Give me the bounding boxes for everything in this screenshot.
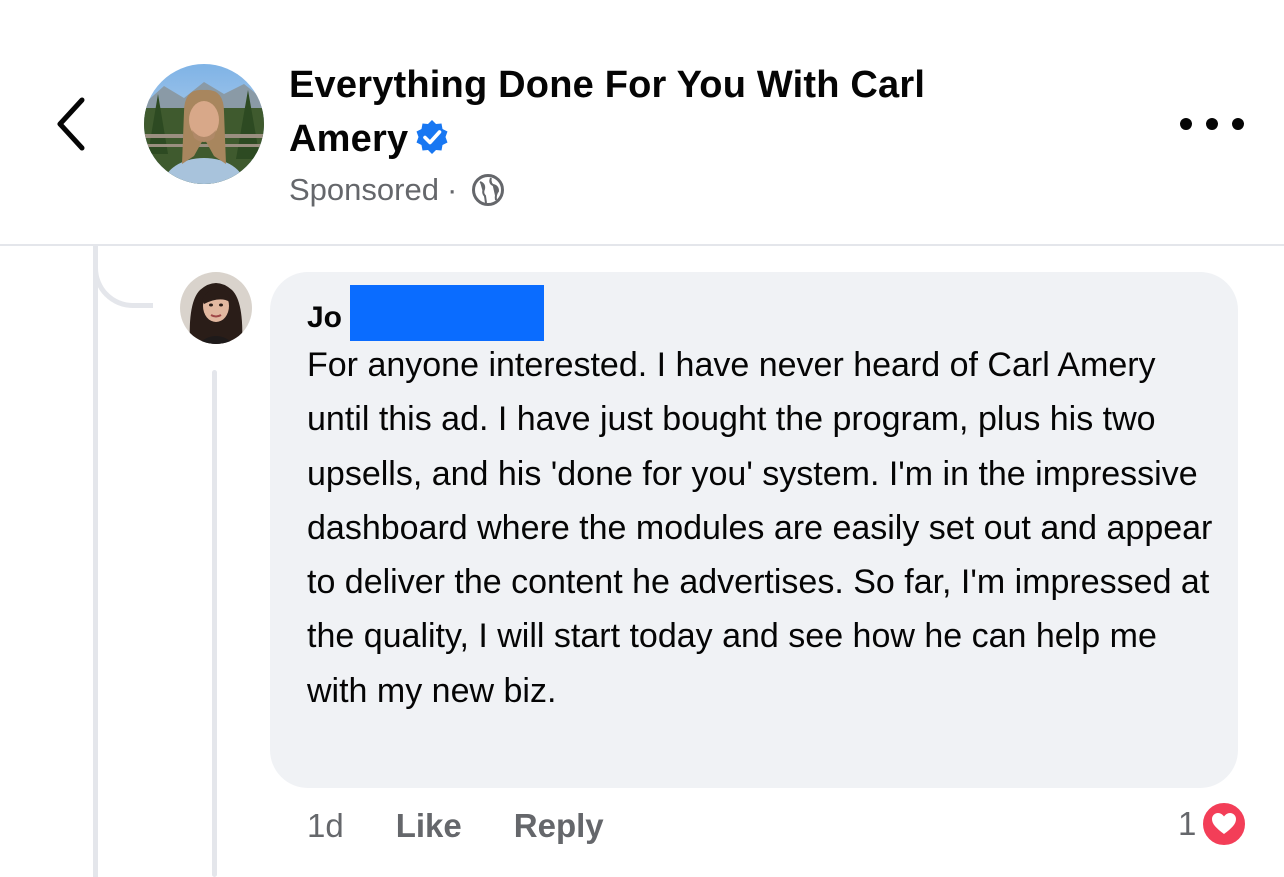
back-button[interactable] (48, 92, 96, 156)
heart-icon (1212, 813, 1237, 834)
post-header: Everything Done For You With Carl Amery … (0, 0, 1284, 246)
post-meta: Sponsored · (289, 168, 505, 212)
thread-line (93, 246, 98, 877)
comment-timestamp[interactable]: 1d (307, 807, 344, 845)
globe-icon[interactable] (471, 173, 505, 207)
reaction-summary[interactable]: 1 (1178, 796, 1249, 852)
more-options-button[interactable] (1180, 108, 1244, 140)
reaction-count: 1 (1178, 805, 1197, 842)
comment-author-name[interactable]: Jo (307, 296, 342, 340)
comment-body: For anyone interested. I have never hear… (307, 346, 1213, 710)
back-chevron-icon (57, 97, 85, 151)
like-button[interactable]: Like (396, 807, 462, 845)
redaction-block (350, 285, 545, 341)
comment-actions: 1d Like Reply (307, 800, 656, 852)
heart-reaction-badge (1200, 800, 1249, 848)
sponsored-label[interactable]: Sponsored (289, 168, 439, 212)
verified-badge-icon (414, 116, 450, 154)
meta-separator: · (446, 172, 458, 207)
more-options-icon (1180, 118, 1192, 130)
comment-author-row: Jo (307, 285, 545, 341)
commenter-avatar[interactable] (180, 272, 252, 344)
page-avatar[interactable] (144, 64, 264, 184)
reply-thread-line (212, 370, 217, 877)
thread-connector (93, 246, 153, 308)
page-name-text[interactable]: Everything Done For You With Carl Amery (289, 64, 925, 160)
page-title[interactable]: Everything Done For You With Carl Amery (289, 58, 989, 166)
reply-button[interactable]: Reply (514, 807, 604, 845)
